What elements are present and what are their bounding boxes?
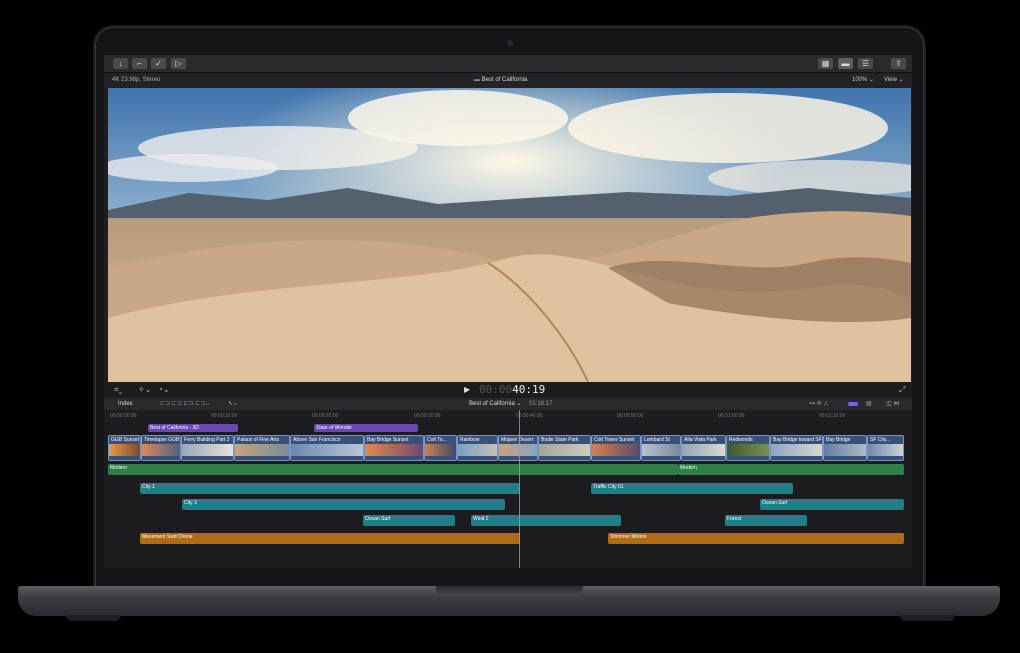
audio-clip[interactable]: Forest (725, 515, 807, 526)
zoom-dropdown[interactable]: 100% ⌄ (852, 73, 874, 88)
ruler-tick: 00:00:10:00 (211, 413, 238, 419)
video-clip[interactable]: Above San Francisco (290, 435, 364, 461)
view-dropdown[interactable]: View ⌄ (884, 73, 904, 88)
effects-browser-icon[interactable]: ◫ ⋈ (886, 398, 899, 410)
import-icon[interactable]: ↓ (113, 58, 128, 69)
video-clip[interactable]: Coit To... (424, 435, 457, 461)
audio-clip[interactable]: Movement Swirl Drone (140, 533, 520, 544)
laptop-foot-left (66, 615, 121, 621)
viewer-info-bar: 4K 23.98p, Stereo ▬ Best of California 1… (104, 73, 912, 88)
enhance-icon[interactable]: ✧⌄ (138, 385, 151, 394)
audio-clip[interactable]: Modern (678, 464, 904, 475)
fullscreen-icon[interactable]: ⤢ (899, 385, 905, 395)
ruler-tick: 00:01:10:00 (819, 413, 846, 419)
video-clip[interactable]: Bay Bridge (823, 435, 867, 461)
browser-layout-icon[interactable]: ▦ (818, 58, 833, 69)
laptop-notch (436, 586, 583, 596)
transport-bar: ⌗⌄ ✧⌄ ◔⌄ ▶ 00:0040:19 ⤢ (104, 383, 912, 397)
video-clip[interactable]: Alta Vista Park (681, 435, 726, 461)
video-clip[interactable]: Bay Bridge Sunset (364, 435, 424, 461)
audio-clip[interactable]: Wind 2 (471, 515, 621, 526)
video-clip[interactable]: Timelapse GGB (141, 435, 181, 461)
index-button[interactable]: Index (118, 398, 133, 410)
filmstrip-icon: ▬ (474, 77, 482, 83)
desert-dunes-frame (108, 88, 911, 382)
select-tool-icon[interactable]: ↖⌄ (228, 398, 238, 410)
timeline-duration: 01:18:17 (529, 401, 553, 407)
audio-clip[interactable]: Ocean Surf (363, 515, 455, 526)
title-clip[interactable]: Best of California - 3D (148, 424, 238, 432)
video-clip[interactable]: Lombard St (641, 435, 681, 461)
play-icon[interactable]: ▶ (464, 385, 470, 394)
audio-clip[interactable]: Traffic City 01 (591, 483, 793, 494)
video-clip[interactable]: Ferry Building Part 2 (181, 435, 234, 461)
video-clip[interactable]: Bodie State Park (538, 435, 591, 461)
timeline-tracks[interactable]: Best of California - 3D State of Wonder … (104, 410, 912, 568)
inspector-layout-icon[interactable]: ☰ (858, 58, 873, 69)
title-clip[interactable]: State of Wonder (314, 424, 418, 432)
timeline-toolbar: Index ⊏⊐ ⊏⊐ ⊏⊐ ⊏⊐⌄ ↖⌄ Best of California… (104, 398, 912, 410)
video-viewer[interactable] (108, 88, 911, 382)
camera-icon (507, 40, 513, 46)
transform-icon[interactable]: ⌗⌄ (114, 385, 122, 395)
audio-clip[interactable]: City 3 (182, 499, 505, 510)
video-clip[interactable]: Palace of Fine Arts (234, 435, 290, 461)
audio-clip[interactable]: Ocean Surf (760, 499, 904, 510)
top-toolbar: ↓ ⌐ ✓ ▷ ▦ ▬ ☰ ⇪ (104, 55, 912, 73)
timecode-display: 00:0040:19 (479, 383, 546, 396)
snapping-toggle[interactable] (848, 402, 858, 406)
video-clip[interactable]: SF City... (867, 435, 904, 461)
audio-clip[interactable]: City 1 (140, 483, 520, 494)
laptop-foot-right (900, 615, 955, 621)
ruler-tick: 00:01:00:00 (718, 413, 745, 419)
timeline-ruler[interactable]: 00:00:00:00 00:00:10:00 00:00:20:00 00:0… (104, 411, 912, 422)
video-clip[interactable]: Bay Bridge toward SF (770, 435, 823, 461)
timeline-layout-icon[interactable]: ▬ (838, 58, 853, 69)
video-clip[interactable]: Rainbow (457, 435, 498, 461)
ruler-tick: 00:00:50:00 (617, 413, 644, 419)
audio-clip[interactable]: Shimmer Motion (608, 533, 904, 544)
audio-skimming-icon[interactable]: ⊶ ✢ ♫ (809, 398, 828, 410)
ruler-tick: 00:00:30:00 (414, 413, 441, 419)
video-clip[interactable]: Redwoods (726, 435, 770, 461)
keywords-icon[interactable]: ⌐ (132, 58, 147, 69)
project-title: ▬ Best of California (474, 77, 528, 83)
video-clip[interactable]: Coit Tower Sunset (591, 435, 641, 461)
video-clip[interactable]: GGB Sunset (108, 435, 141, 461)
share-export-icon[interactable]: ▷ (171, 58, 186, 69)
share-icon[interactable]: ⇪ (891, 58, 906, 69)
video-clip[interactable]: Mojave Desert (498, 435, 538, 461)
analyze-icon[interactable]: ✓ (151, 58, 166, 69)
playhead[interactable] (519, 410, 520, 568)
audio-clip[interactable]: Modern (108, 464, 678, 475)
speed-icon[interactable]: ◔⌄ (158, 385, 170, 394)
ruler-tick: 00:00:00:00 (110, 413, 137, 419)
format-label: 4K 23.98p, Stereo (112, 77, 161, 83)
clip-appearance-icon[interactable]: ▤ (866, 398, 872, 410)
app-window: ↓ ⌐ ✓ ▷ ▦ ▬ ☰ ⇪ 4K 23.98p, Stereo ▬ Best… (104, 55, 912, 568)
edit-tools-icon[interactable]: ⊏⊐ ⊏⊐ ⊏⊐ ⊏⊐⌄ (160, 398, 210, 410)
timeline-title[interactable]: Best of California ⌄ (469, 398, 521, 410)
ruler-tick: 00:00:20:00 (312, 413, 339, 419)
